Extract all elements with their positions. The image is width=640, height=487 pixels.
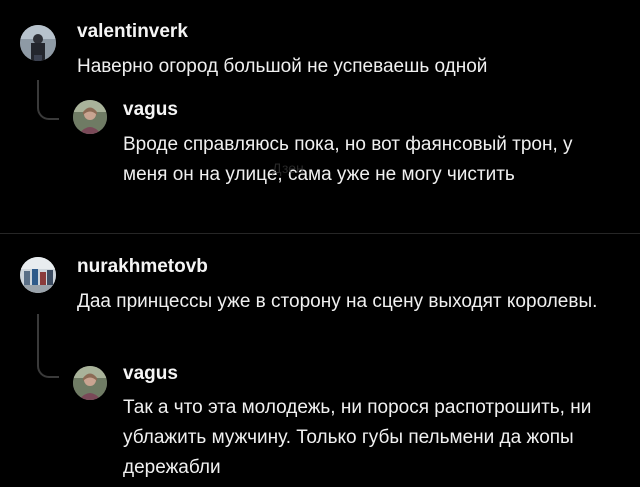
reply-text: Так а что эта молодежь, ни порося распот…: [123, 397, 592, 478]
comment-text: Даа принцессы уже в сторону на сцену вых…: [77, 291, 598, 312]
comment-username[interactable]: nurakhmetovb: [77, 255, 208, 279]
reply-username[interactable]: vagus: [123, 98, 178, 122]
reply-connector-line: [37, 314, 59, 378]
comment-username[interactable]: valentinverk: [77, 20, 188, 44]
reply-connector-line: [37, 80, 59, 120]
comment-thread: valentinverk Наверно огород большой не у…: [0, 0, 640, 233]
avatar[interactable]: [73, 366, 107, 400]
avatar[interactable]: [20, 25, 56, 61]
avatar[interactable]: [73, 100, 107, 134]
reply-text: Вроде справляюсь пока, но вот фаянсовый …: [123, 134, 573, 185]
comment-thread: nurakhmetovb Даа принцессы уже в сторону…: [0, 234, 640, 487]
reply-username[interactable]: vagus: [123, 362, 178, 386]
avatar[interactable]: [20, 257, 56, 293]
comment-text: Наверно огород большой не успеваешь одно…: [77, 56, 488, 77]
